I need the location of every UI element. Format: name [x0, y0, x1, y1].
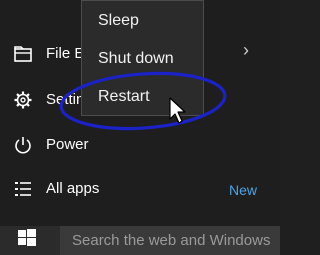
start-button[interactable] [0, 226, 54, 255]
windows-logo-icon [17, 228, 37, 253]
power-menu-shut-down[interactable]: Shut down [98, 50, 174, 68]
new-badge: New [229, 182, 258, 198]
menu-item-label: Power [46, 135, 89, 153]
power-icon [12, 134, 34, 156]
power-menu-sleep[interactable]: Sleep [98, 12, 139, 30]
menu-item-power[interactable]: Power [0, 124, 280, 164]
power-menu: Sleep Shut down Restart [81, 0, 204, 116]
menu-item-label: All apps [46, 179, 100, 197]
search-placeholder: Search the web and Windows [72, 232, 271, 249]
power-menu-restart[interactable]: Restart [98, 88, 150, 106]
gear-icon [12, 89, 34, 111]
chevron-right-icon[interactable]: › [243, 40, 249, 61]
search-box[interactable]: Search the web and Windows [60, 226, 280, 255]
list-icon [12, 178, 34, 200]
folder-icon [12, 43, 34, 65]
